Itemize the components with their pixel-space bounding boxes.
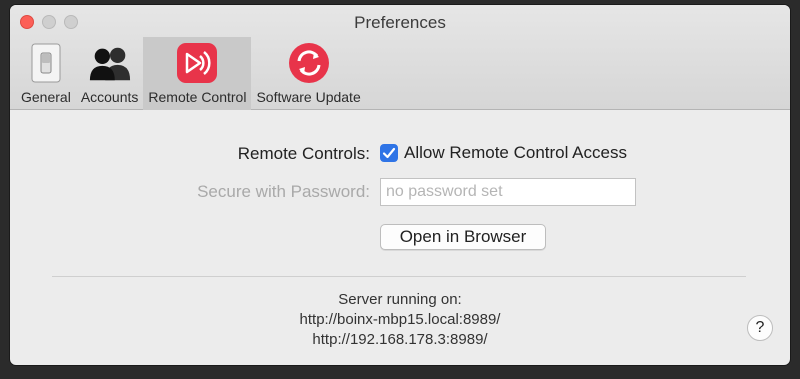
checkmark-icon <box>382 147 396 159</box>
tab-general[interactable]: General <box>16 37 76 110</box>
remote-controls-label: Remote Controls: <box>237 144 370 163</box>
divider <box>52 276 746 277</box>
preferences-window: Preferences General Accounts Remote Cont… <box>10 5 790 365</box>
switch-icon <box>24 41 68 85</box>
tab-accounts-label: Accounts <box>80 89 139 105</box>
tab-remote-control-label: Remote Control <box>148 89 247 105</box>
preferences-toolbar: General Accounts Remote Control Software… <box>16 37 366 110</box>
tab-software-update-label: Software Update <box>256 89 361 105</box>
software-update-icon <box>287 41 331 85</box>
remote-control-pane: Remote Controls: Allow Remote Control Ac… <box>10 110 790 364</box>
server-url-ip: http://192.168.178.3:8989/ <box>312 331 488 348</box>
allow-remote-control-checkbox[interactable] <box>380 144 398 162</box>
open-in-browser-button[interactable]: Open in Browser <box>380 224 546 250</box>
server-url-local: http://boinx-mbp15.local:8989/ <box>299 311 501 328</box>
window-title: Preferences <box>354 13 446 32</box>
tab-general-label: General <box>21 89 71 105</box>
secure-password-label: Secure with Password: <box>197 182 370 201</box>
password-field[interactable] <box>380 178 636 206</box>
allow-remote-control-label: Allow Remote Control Access <box>404 143 627 162</box>
tab-remote-control[interactable]: Remote Control <box>143 37 252 110</box>
server-heading: Server running on: <box>338 291 462 308</box>
allow-remote-control-option[interactable]: Allow Remote Control Access <box>380 143 627 163</box>
tab-accounts[interactable]: Accounts <box>76 37 144 110</box>
users-icon <box>88 41 132 85</box>
tab-software-update[interactable]: Software Update <box>251 37 365 110</box>
titlebar: Preferences General Accounts Remote Cont… <box>10 5 790 110</box>
help-button[interactable]: ? <box>747 315 773 341</box>
remote-control-icon <box>175 41 219 85</box>
server-info: Server running on: http://boinx-mbp15.lo… <box>10 290 790 350</box>
